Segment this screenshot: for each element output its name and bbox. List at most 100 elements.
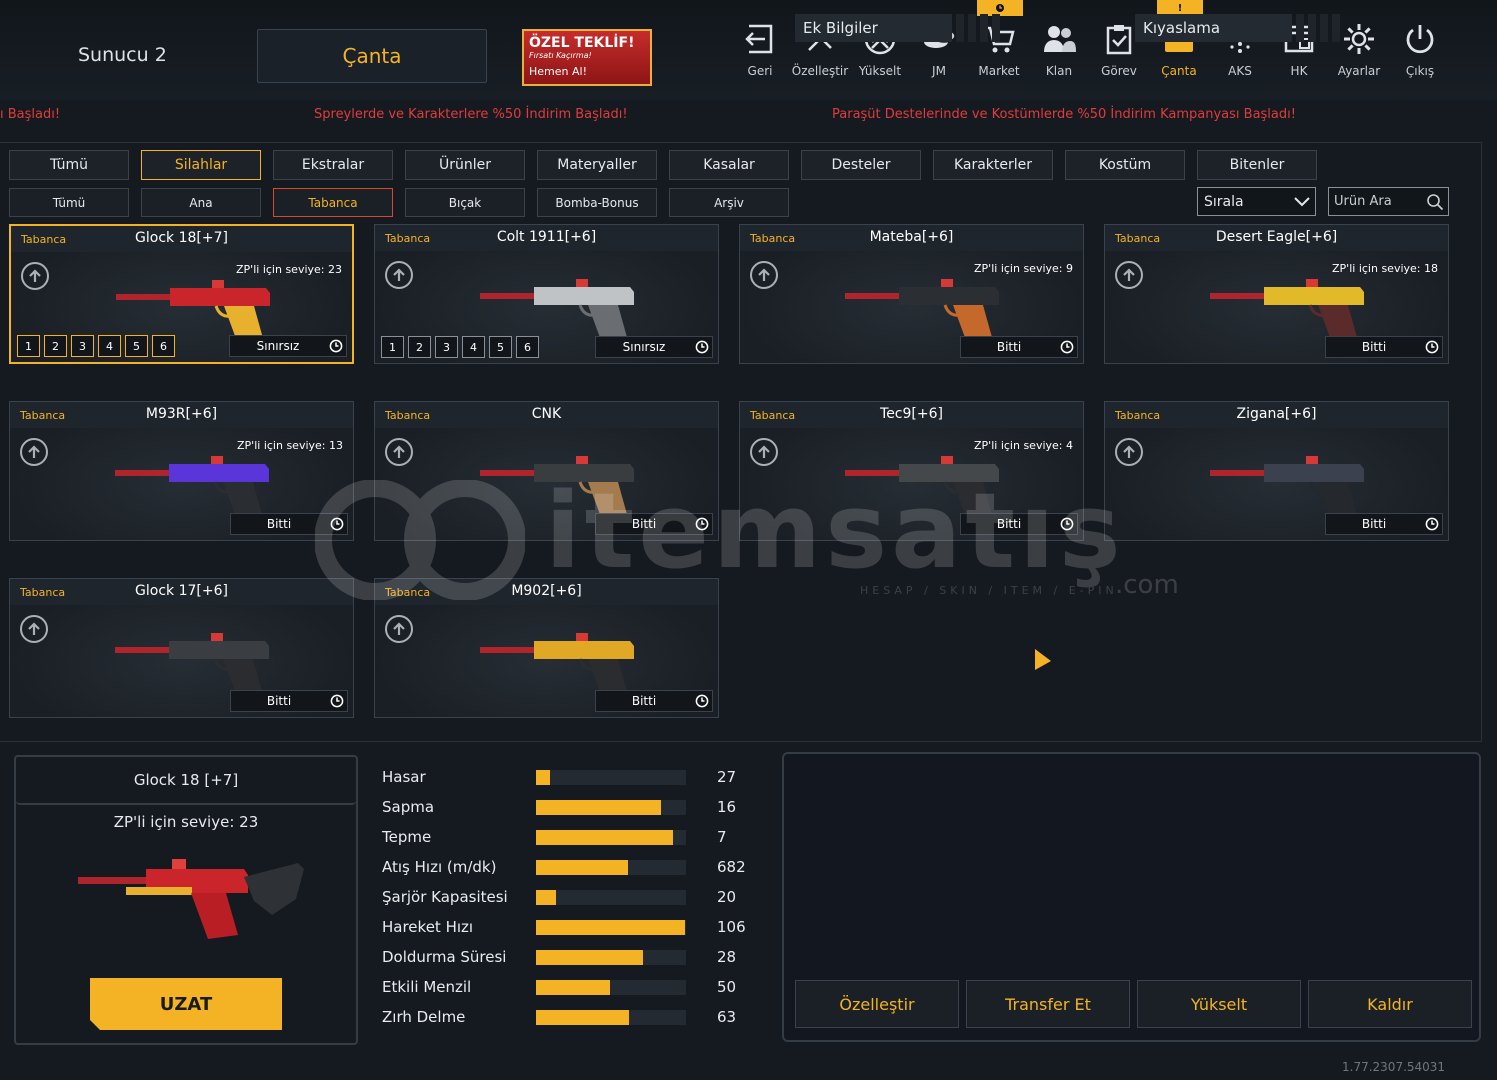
stat-value: 27 [717, 768, 737, 786]
stat-bar [536, 980, 686, 995]
stat-name: Zırh Delme [382, 1008, 466, 1026]
task-icon [1102, 22, 1136, 56]
item-card[interactable]: Tabanca M93R[+6] ZP'li için seviye: 13 Bitt… [9, 401, 354, 541]
item-zp-level: ZP'li için seviye: 23 [236, 263, 342, 276]
stat-row: Hareket Hızı 106 [382, 912, 772, 942]
nav-power-button[interactable]: Çıkış [1391, 22, 1449, 84]
item-card[interactable]: Tabanca Glock 18[+7] ZP'li için seviye: 23… [9, 224, 354, 364]
special-offer-banner[interactable]: ÖZEL TEKLİF! Fırsatı Kaçırma! Hemen Al! [522, 29, 652, 86]
customize-button[interactable]: Özelleştir [795, 980, 959, 1028]
stat-bar [536, 950, 686, 965]
stat-name: Tepme [382, 828, 432, 846]
upgrade-arrow-icon[interactable] [1115, 261, 1143, 289]
server-name: Sunucu 2 [78, 44, 167, 66]
announcement-ticker: ı Başladı! Spreylerde ve Karakterlere %5… [0, 104, 1497, 128]
search-field[interactable] [1328, 187, 1449, 216]
upgrade-arrow-icon[interactable] [750, 261, 778, 289]
stat-value: 682 [717, 858, 746, 876]
subtab-5[interactable]: Arşiv [669, 188, 789, 217]
upgrade-arrow-icon[interactable] [20, 438, 48, 466]
remove-button[interactable]: Kaldır [1308, 980, 1472, 1028]
upgrade-arrow-icon[interactable] [750, 438, 778, 466]
tab-3[interactable]: Ürünler [405, 150, 525, 180]
level-button[interactable]: 3 [71, 335, 94, 357]
weapon-image [115, 633, 269, 697]
item-duration-status: Sınırsız [595, 336, 713, 358]
level-button[interactable]: 6 [152, 335, 175, 357]
item-category: Tabanca [1115, 409, 1161, 422]
level-button[interactable]: 5 [489, 336, 512, 358]
item-card[interactable]: Tabanca Zigana[+6] Bitti [1104, 401, 1449, 541]
tab-1[interactable]: Silahlar [141, 150, 261, 180]
stat-bar-fill [536, 800, 661, 815]
upgrade-button[interactable]: Yükselt [1137, 980, 1301, 1028]
item-category: Tabanca [20, 586, 66, 599]
search-icon[interactable] [1426, 193, 1444, 211]
item-card[interactable]: Tabanca Colt 1911[+6] 1 2 3 4 5 6 Sınırsız [374, 224, 719, 364]
weapon-image [845, 456, 999, 520]
level-button[interactable]: 6 [516, 336, 539, 358]
stat-row: Doldurma Süresi 28 [382, 942, 772, 972]
subtab-1[interactable]: Ana [141, 188, 261, 217]
search-input[interactable] [1334, 194, 1424, 209]
detail-item-name: Glock 18 [+7] [16, 757, 356, 805]
upgrade-arrow-icon[interactable] [385, 261, 413, 289]
ticker-text: Spreylerde ve Karakterlere %50 İndirim B… [314, 107, 628, 122]
item-card[interactable]: Tabanca CNK Bitti [374, 401, 719, 541]
upgrade-arrow-icon[interactable] [385, 615, 413, 643]
tab-additional-info[interactable]: Ek Bilgiler [795, 14, 952, 42]
level-button[interactable]: 1 [17, 335, 40, 357]
item-duration-status: Bitti [230, 690, 348, 712]
upgrade-arrow-icon[interactable] [20, 615, 48, 643]
tab-6[interactable]: Desteler [801, 150, 921, 180]
extend-button[interactable]: UZAT [90, 978, 282, 1030]
nav-back-button[interactable]: Geri [731, 22, 789, 84]
tab-comparison[interactable]: Kıyaslama [1135, 14, 1292, 42]
status-text: Sınırsız [622, 340, 666, 354]
stat-bar [536, 800, 686, 815]
stat-bar-fill [536, 980, 610, 995]
stat-name: Sapma [382, 798, 435, 816]
level-button[interactable]: 4 [462, 336, 485, 358]
item-duration-status: Bitti [960, 513, 1078, 535]
item-card[interactable]: Tabanca Glock 17[+6] Bitti [9, 578, 354, 718]
subtab-2[interactable]: Tabanca [273, 188, 393, 217]
item-category: Tabanca [20, 409, 66, 422]
level-button[interactable]: 5 [125, 335, 148, 357]
stat-bar-fill [536, 890, 556, 905]
tab-8[interactable]: Kostüm [1065, 150, 1185, 180]
offer-title: ÖZEL TEKLİF! [529, 35, 635, 51]
stat-name: Etkili Menzil [382, 978, 472, 996]
item-card[interactable]: Tabanca Mateba[+6] ZP'li için seviye: 9 Bit… [739, 224, 1084, 364]
subtab-4[interactable]: Bomba-Bonus [537, 188, 657, 217]
stat-bar [536, 890, 686, 905]
tab-5[interactable]: Kasalar [669, 150, 789, 180]
tab-4[interactable]: Materyaller [537, 150, 657, 180]
upgrade-arrow-icon[interactable] [1115, 438, 1143, 466]
stat-row: Atış Hızı (m/dk) 682 [382, 852, 772, 882]
item-name: Mateba[+6] [869, 229, 954, 245]
upgrade-arrow-icon[interactable] [385, 438, 413, 466]
nav-clan-button[interactable]: Klan [1030, 22, 1088, 84]
level-button[interactable]: 3 [435, 336, 458, 358]
transfer-button[interactable]: Transfer Et [966, 980, 1130, 1028]
item-card[interactable]: Tabanca Desert Eagle[+6] ZP'li için seviye… [1104, 224, 1449, 364]
level-button[interactable]: 2 [408, 336, 431, 358]
level-button[interactable]: 2 [44, 335, 67, 357]
sort-dropdown[interactable]: Sırala [1197, 187, 1316, 216]
level-button[interactable]: 4 [98, 335, 121, 357]
tab-0[interactable]: Tümü [9, 150, 129, 180]
item-card[interactable]: Tabanca Tec9[+6] ZP'li için seviye: 4 Bitti [739, 401, 1084, 541]
subtab-0[interactable]: Tümü [9, 188, 129, 217]
subtab-3[interactable]: Bıçak [405, 188, 525, 217]
clock-icon [1057, 340, 1077, 354]
item-category: Tabanca [750, 409, 796, 422]
tab-2[interactable]: Ekstralar [273, 150, 393, 180]
upgrade-arrow-icon[interactable] [21, 262, 49, 290]
stat-value: 63 [717, 1008, 737, 1026]
status-text: Bitti [1361, 517, 1387, 531]
tab-7[interactable]: Karakterler [933, 150, 1053, 180]
level-button[interactable]: 1 [381, 336, 404, 358]
item-card[interactable]: Tabanca M902[+6] Bitti [374, 578, 719, 718]
tab-9[interactable]: Bitenler [1197, 150, 1317, 180]
